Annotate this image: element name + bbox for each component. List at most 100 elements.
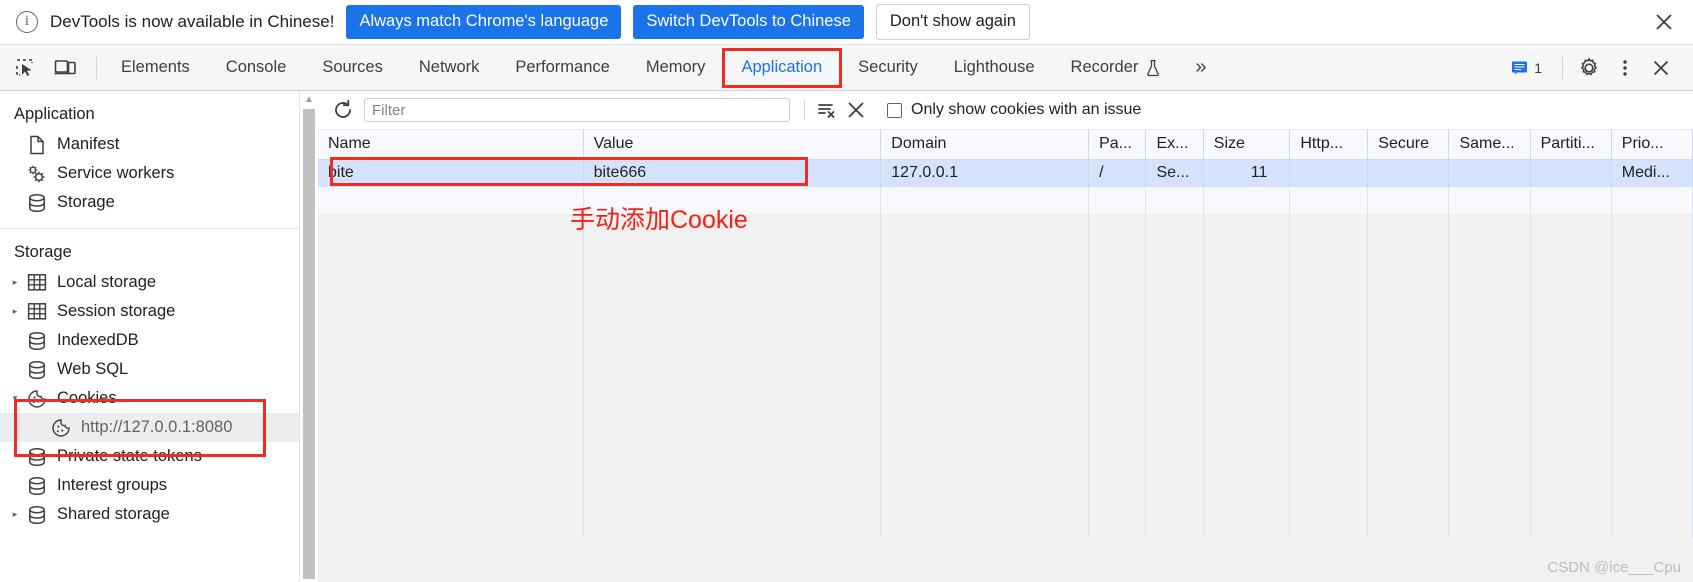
filter-input[interactable] bbox=[364, 98, 790, 122]
empty-cell bbox=[1530, 268, 1612, 295]
empty-cell bbox=[1203, 241, 1291, 268]
empty-cell bbox=[1367, 430, 1450, 457]
scroll-up-arrow-icon[interactable]: ▲ bbox=[304, 94, 314, 105]
empty-cell bbox=[1145, 403, 1204, 430]
table-empty-row[interactable] bbox=[318, 322, 1693, 349]
table-empty-row[interactable] bbox=[318, 268, 1693, 295]
cell-size[interactable]: 11 bbox=[1203, 159, 1291, 187]
column-header-expires[interactable]: Ex... bbox=[1145, 130, 1204, 160]
cell-samesite[interactable] bbox=[1448, 159, 1531, 187]
always-match-chrome-language-button[interactable]: Always match Chrome's language bbox=[346, 5, 622, 39]
table-empty-row[interactable] bbox=[318, 511, 1693, 538]
tab-lighthouse[interactable]: Lighthouse bbox=[936, 45, 1053, 90]
table-empty-row[interactable] bbox=[318, 484, 1693, 511]
table-empty-row[interactable] bbox=[318, 430, 1693, 457]
cell-priority[interactable]: Medi... bbox=[1611, 159, 1693, 187]
sidebar-item-label: IndexedDB bbox=[57, 331, 139, 349]
more-options-icon[interactable] bbox=[1609, 52, 1641, 84]
table-row[interactable]: bite bite666 127.0.0.1 / Se... 11 Medi..… bbox=[318, 159, 1693, 187]
tab-console[interactable]: Console bbox=[208, 45, 305, 90]
table-empty-row[interactable] bbox=[318, 403, 1693, 430]
column-header-httponly[interactable]: Http... bbox=[1289, 130, 1369, 160]
clear-all-cookies-icon[interactable] bbox=[841, 95, 871, 125]
empty-cell bbox=[1289, 430, 1369, 457]
chevron-right-icon[interactable]: ▸ bbox=[8, 277, 22, 288]
tab-elements[interactable]: Elements bbox=[103, 45, 208, 90]
chevron-right-icon[interactable]: ▸ bbox=[8, 306, 22, 317]
sidebar-item-shared-storage[interactable]: ▸ Shared storage bbox=[0, 500, 299, 529]
cell-expires[interactable]: Se... bbox=[1145, 159, 1204, 187]
column-header-domain[interactable]: Domain bbox=[880, 130, 1090, 160]
empty-cell bbox=[1448, 430, 1531, 457]
sidebar-item-private-state-tokens[interactable]: Private state tokens bbox=[0, 442, 299, 471]
empty-cell bbox=[1367, 322, 1450, 349]
checkbox-box[interactable] bbox=[887, 102, 902, 118]
column-header-path[interactable]: Pa... bbox=[1088, 130, 1147, 160]
tab-memory[interactable]: Memory bbox=[628, 45, 724, 90]
close-devtools-icon[interactable] bbox=[1645, 52, 1677, 84]
sidebar-item-local-storage[interactable]: ▸ Local storage bbox=[0, 268, 299, 297]
sidebar-item-label: Service workers bbox=[57, 164, 175, 182]
empty-cell bbox=[318, 349, 584, 376]
tab-sources[interactable]: Sources bbox=[304, 45, 401, 90]
inspect-element-icon[interactable] bbox=[10, 53, 40, 83]
chevron-right-icon[interactable]: ▸ bbox=[8, 509, 22, 520]
cell-value[interactable]: bite666 bbox=[583, 159, 882, 187]
tab-performance[interactable]: Performance bbox=[497, 45, 627, 90]
sidebar-item-storage[interactable]: Storage bbox=[0, 188, 299, 217]
cell-domain[interactable]: 127.0.0.1 bbox=[880, 159, 1090, 187]
empty-cell bbox=[1088, 430, 1147, 457]
gear-icon[interactable] bbox=[1573, 52, 1605, 84]
table-empty-row[interactable] bbox=[318, 214, 1693, 241]
column-header-secure[interactable]: Secure bbox=[1367, 130, 1450, 160]
empty-cell bbox=[1448, 349, 1531, 376]
table-empty-row[interactable] bbox=[318, 457, 1693, 484]
clear-filtered-cookies-icon[interactable] bbox=[811, 95, 841, 125]
chevron-down-icon[interactable]: ▾ bbox=[8, 393, 22, 404]
sidebar-item-cookie-origin[interactable]: http://127.0.0.1:8080 bbox=[0, 413, 299, 442]
tab-application[interactable]: Application bbox=[723, 45, 840, 90]
cookies-filter-toolbar: Only show cookies with an issue bbox=[318, 91, 1693, 130]
column-header-samesite[interactable]: Same... bbox=[1448, 130, 1531, 160]
column-header-name[interactable]: Name bbox=[318, 130, 584, 160]
column-header-value[interactable]: Value bbox=[583, 130, 882, 160]
sidebar-item-indexeddb[interactable]: IndexedDB bbox=[0, 326, 299, 355]
table-empty-row[interactable] bbox=[318, 187, 1693, 214]
tab-network[interactable]: Network bbox=[401, 45, 498, 90]
sidebar-divider bbox=[0, 228, 299, 229]
sidebar-item-manifest[interactable]: Manifest bbox=[0, 130, 299, 159]
empty-cell bbox=[1611, 322, 1693, 349]
pane-scrollbar[interactable]: ▲ bbox=[300, 91, 318, 582]
only-show-issues-checkbox[interactable]: Only show cookies with an issue bbox=[887, 101, 1141, 119]
cell-path[interactable]: / bbox=[1088, 159, 1147, 187]
sidebar-item-web-sql[interactable]: Web SQL bbox=[0, 355, 299, 384]
sidebar-item-interest-groups[interactable]: Interest groups bbox=[0, 471, 299, 500]
sidebar-item-service-workers[interactable]: Service workers bbox=[0, 159, 299, 188]
table-empty-row[interactable] bbox=[318, 295, 1693, 322]
sidebar-item-session-storage[interactable]: ▸ Session storage bbox=[0, 297, 299, 326]
table-empty-row[interactable] bbox=[318, 376, 1693, 403]
cell-name[interactable]: bite bbox=[318, 159, 584, 187]
column-header-size[interactable]: Size bbox=[1203, 130, 1291, 160]
empty-cell bbox=[1530, 187, 1612, 214]
dont-show-again-button[interactable]: Don't show again bbox=[875, 4, 1030, 40]
column-header-priority[interactable]: Prio... bbox=[1611, 130, 1693, 160]
cell-secure[interactable] bbox=[1367, 159, 1450, 187]
table-empty-row[interactable] bbox=[318, 241, 1693, 268]
tab-security[interactable]: Security bbox=[840, 45, 936, 90]
console-message-count[interactable]: 1 bbox=[1501, 60, 1552, 76]
table-empty-row[interactable] bbox=[318, 349, 1693, 376]
switch-devtools-to-chinese-button[interactable]: Switch DevTools to Chinese bbox=[633, 5, 864, 39]
more-tabs-button[interactable]: » bbox=[1179, 45, 1222, 90]
close-icon[interactable] bbox=[1649, 7, 1679, 37]
cell-partition[interactable] bbox=[1530, 159, 1612, 187]
tab-recorder[interactable]: Recorder bbox=[1053, 45, 1180, 90]
scrollbar-thumb[interactable] bbox=[303, 109, 315, 579]
column-header-partition[interactable]: Partiti... bbox=[1530, 130, 1612, 160]
refresh-icon[interactable] bbox=[328, 95, 358, 125]
empty-cell bbox=[583, 268, 882, 295]
device-toolbar-icon[interactable] bbox=[50, 53, 80, 83]
cell-httponly[interactable] bbox=[1289, 159, 1369, 187]
sidebar-item-cookies[interactable]: ▾ Cookies bbox=[0, 384, 299, 413]
storage-database-icon bbox=[26, 476, 48, 496]
